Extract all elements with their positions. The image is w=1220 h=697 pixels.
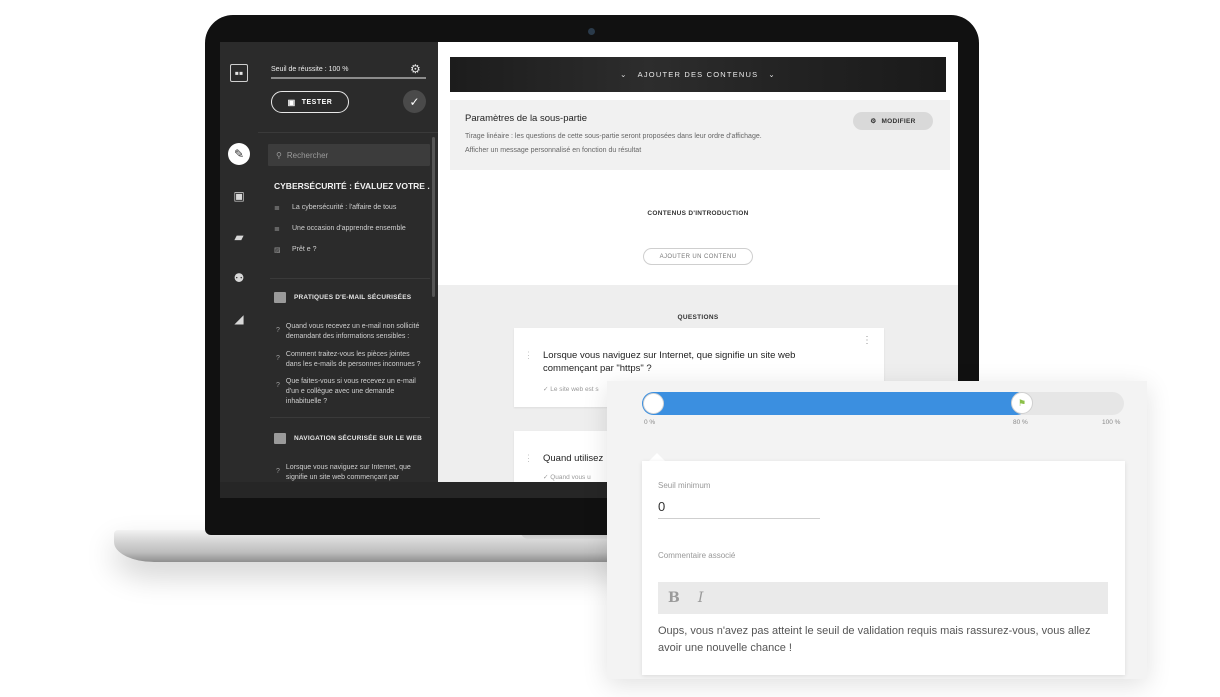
bold-button[interactable]: B — [668, 590, 680, 606]
section-thumbnail-icon — [274, 292, 286, 303]
sidebar-item[interactable]: ≣ Une occasion d'apprendre ensemble — [274, 225, 406, 233]
italic-button[interactable]: I — [698, 590, 704, 606]
search-placeholder: Rechercher — [286, 150, 329, 160]
image-icon: ▨ — [274, 247, 281, 254]
question-icon: ? — [276, 468, 280, 475]
question-label: Comment traitez-vous les pièces jointes … — [285, 351, 421, 368]
card-pointer — [649, 453, 665, 461]
section-email[interactable]: PRATIQUES D'E-MAIL SÉCURISÉES — [274, 292, 411, 303]
play-icon: ▣ — [287, 97, 296, 107]
media-icon[interactable]: ▣ — [228, 185, 250, 207]
add-contents-bar[interactable]: ⌄ AJOUTER DES CONTENUS ⌄ — [450, 57, 946, 92]
question-item[interactable]: ? Que faites-vous si vous recevez un e-m… — [276, 377, 426, 407]
comment-label: Commentaire associé — [658, 551, 736, 560]
tester-label: TESTER — [301, 98, 333, 106]
sidebar-item-label: Prêt e ? — [292, 246, 317, 253]
chevron-down-icon: ⌄ — [620, 70, 628, 79]
question-text: Quand utilisez — [543, 453, 604, 464]
question-icon: ? — [276, 355, 280, 362]
threshold-label: Seuil de réussite : 100 % — [271, 66, 349, 73]
question-item[interactable]: ? Quand vous recevez un e-mail non solli… — [276, 322, 426, 342]
section-thumbnail-icon — [274, 433, 286, 444]
scrollbar[interactable] — [432, 137, 435, 297]
question-icon: ? — [276, 327, 280, 334]
question-label: Lorsque vous naviguez sur Internet, que … — [285, 464, 411, 481]
question-label: Que faites-vous si vous recevez un e-mai… — [285, 378, 416, 405]
check-icon: ✓ — [409, 94, 420, 109]
gear-icon[interactable]: ⚙ — [410, 62, 421, 76]
tick-label: 0 % — [644, 419, 656, 426]
intro-contents-heading: CONTENUS D'INTRODUCTION — [647, 210, 749, 217]
threshold-card: Seuil minimum 0 Commentaire associé B I … — [642, 461, 1125, 675]
questions-heading: QUESTIONS — [677, 314, 719, 321]
divider — [270, 278, 430, 279]
slider-handle[interactable] — [643, 393, 664, 414]
modify-button[interactable]: ⚙ MODIFIER — [853, 112, 933, 130]
search-input[interactable]: ⚲ Rechercher — [268, 144, 430, 166]
settings-title: Paramètres de la sous-partie — [465, 113, 587, 124]
section-web[interactable]: NAVIGATION SÉCURISÉE SUR LE WEB — [274, 433, 422, 444]
threshold-bar — [271, 77, 426, 79]
edit-icon[interactable]: ✎ — [228, 143, 250, 165]
sidebar: Seuil de réussite : 100 % ⚙ ▣ TESTER ✓ ⚲… — [258, 42, 438, 482]
question-label: Quand vous recevez un e-mail non sollici… — [285, 323, 420, 340]
modify-label: MODIFIER — [881, 117, 916, 125]
settings-line: Tirage linéaire : les questions de cette… — [465, 133, 762, 140]
sidebar-item-label: La cybersécurité : l'affaire de tous — [292, 204, 397, 211]
gear-icon: ⚙ — [870, 118, 877, 125]
text-icon: ≣ — [274, 205, 280, 212]
more-options-icon[interactable]: ⋮ — [862, 336, 872, 346]
sidebar-item[interactable]: ▨ Prêt e ? — [274, 246, 317, 254]
section-label: PRATIQUES D'E-MAIL SÉCURISÉES — [294, 294, 412, 301]
stats-icon[interactable]: ◢ — [228, 308, 250, 330]
search-icon: ⚲ — [276, 150, 282, 160]
app-logo-icon[interactable]: ▪▪ — [230, 64, 248, 82]
drag-handle-icon[interactable]: ⋮ — [524, 350, 533, 361]
camera — [588, 28, 595, 35]
comment-editor[interactable]: Oups, vous n'avez pas atteint le seuil d… — [658, 623, 1108, 657]
tester-button[interactable]: ▣ TESTER — [271, 91, 349, 113]
min-threshold-label: Seuil minimum — [658, 481, 711, 490]
question-item[interactable]: ? Lorsque vous naviguez sur Internet, qu… — [276, 463, 426, 482]
text-icon: ≣ — [274, 226, 280, 233]
chat-icon[interactable]: ▰ — [228, 226, 250, 248]
course-title[interactable]: CYBERSÉCURITÉ : ÉVALUEZ VOTRE ... — [274, 181, 430, 191]
add-content-button[interactable]: AJOUTER UN CONTENU — [643, 248, 753, 265]
format-toolbar: B I — [658, 582, 1108, 614]
min-threshold-input[interactable]: 0 — [658, 499, 820, 519]
divider — [270, 417, 430, 418]
subpart-settings: Paramètres de la sous-partie Tirage liné… — [450, 100, 950, 170]
icon-rail: ▪▪ ✎ ▣ ▰ ⚉ ◢ — [220, 42, 258, 482]
answer-preview: ✓ Quand vous u — [543, 474, 591, 481]
drag-handle-icon[interactable]: ⋮ — [524, 453, 533, 464]
question-icon: ? — [276, 382, 280, 389]
chevron-down-icon: ⌄ — [768, 70, 776, 79]
divider — [258, 132, 438, 133]
settings-line: Afficher un message personnalisé en fonc… — [465, 147, 642, 154]
add-contents-label: AJOUTER DES CONTENUS — [637, 70, 759, 79]
validate-button[interactable]: ✓ — [403, 90, 426, 113]
threshold-panel: ⚑ 0 % 80 % 100 % Seuil minimum 0 Comment… — [607, 381, 1147, 679]
question-item[interactable]: ? Comment traitez-vous les pièces jointe… — [276, 350, 426, 370]
share-icon[interactable]: ⚉ — [228, 267, 250, 289]
section-label: NAVIGATION SÉCURISÉE SUR LE WEB — [294, 435, 423, 442]
stage: ▪▪ ✎ ▣ ▰ ⚉ ◢ Seuil de réussite : 100 % ⚙… — [0, 0, 1220, 697]
slider-fill — [642, 392, 1028, 415]
question-text: Lorsque vous naviguez sur Internet, que … — [543, 350, 796, 374]
tick-label: 100 % — [1102, 419, 1121, 426]
tick-label: 80 % — [1013, 419, 1028, 426]
sidebar-item[interactable]: ≣ La cybersécurité : l'affaire de tous — [274, 204, 396, 212]
answer-preview: ✓ Le site web est s — [543, 386, 599, 393]
flag-icon[interactable]: ⚑ — [1011, 392, 1033, 414]
sidebar-item-label: Une occasion d'apprendre ensemble — [292, 225, 406, 232]
